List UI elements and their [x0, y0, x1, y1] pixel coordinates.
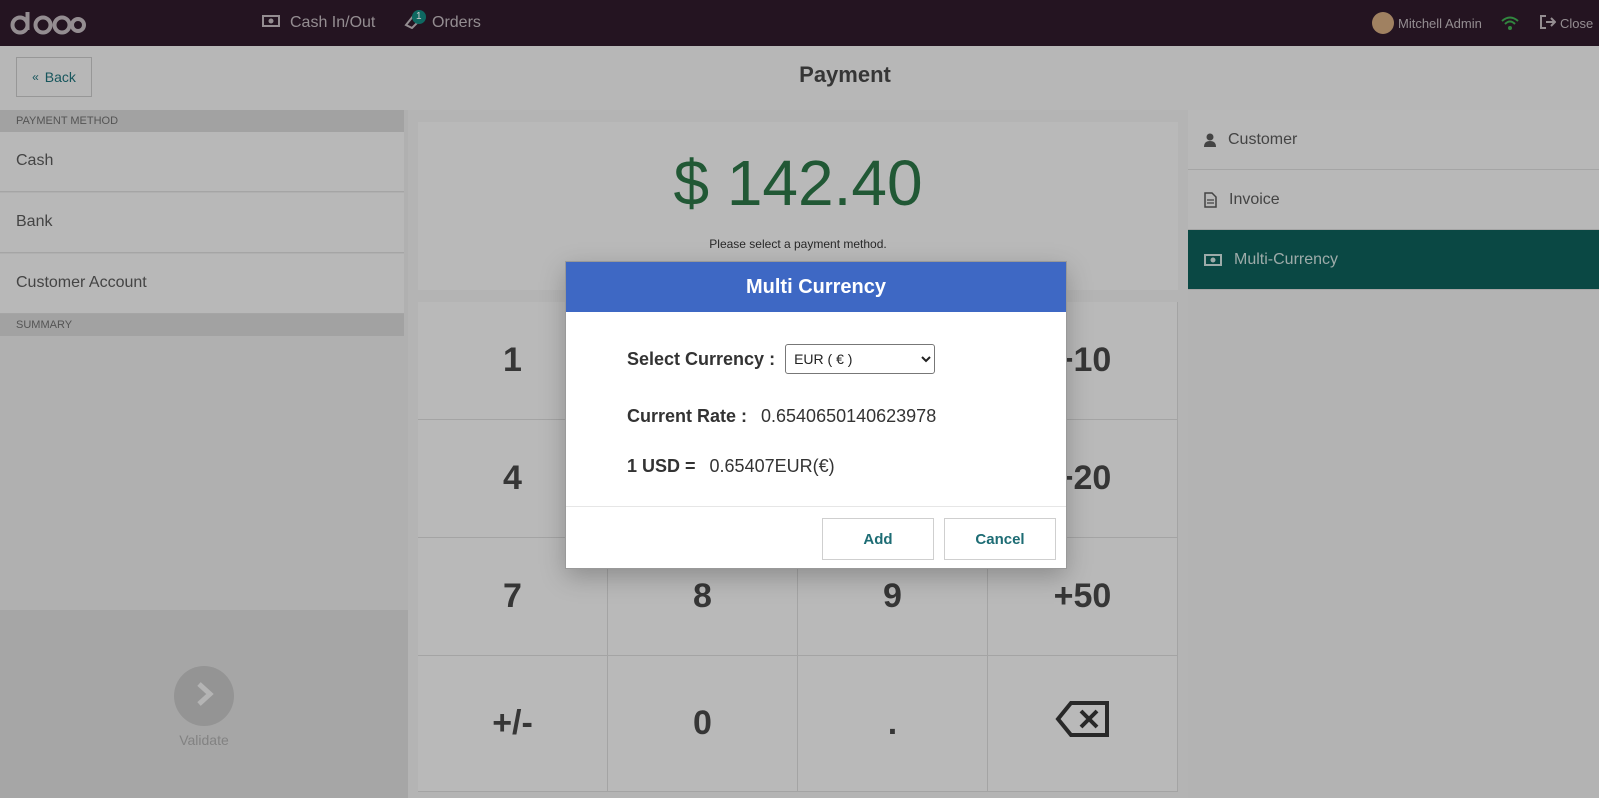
multi-currency-dialog: Multi Currency Select Currency : EUR ( €…: [566, 262, 1066, 568]
add-button[interactable]: Add: [822, 518, 934, 560]
conversion-value: 0.65407EUR(€): [709, 456, 835, 476]
currency-select-row: Select Currency : EUR ( € ): [627, 344, 936, 374]
select-currency-label: Select Currency :: [627, 348, 776, 369]
conversion-label: 1 USD =: [627, 456, 696, 476]
current-rate-label: Current Rate :: [627, 406, 748, 426]
dialog-footer-divider: [566, 506, 1066, 507]
cancel-button[interactable]: Cancel: [944, 518, 1056, 560]
current-rate-value: 0.6540650140623978: [761, 406, 937, 426]
current-rate-row: Current Rate : 0.6540650140623978: [627, 406, 936, 427]
currency-select[interactable]: EUR ( € ): [785, 344, 936, 374]
conversion-row: 1 USD = 0.65407EUR(€): [627, 456, 835, 477]
dialog-title: Multi Currency: [566, 262, 1066, 312]
